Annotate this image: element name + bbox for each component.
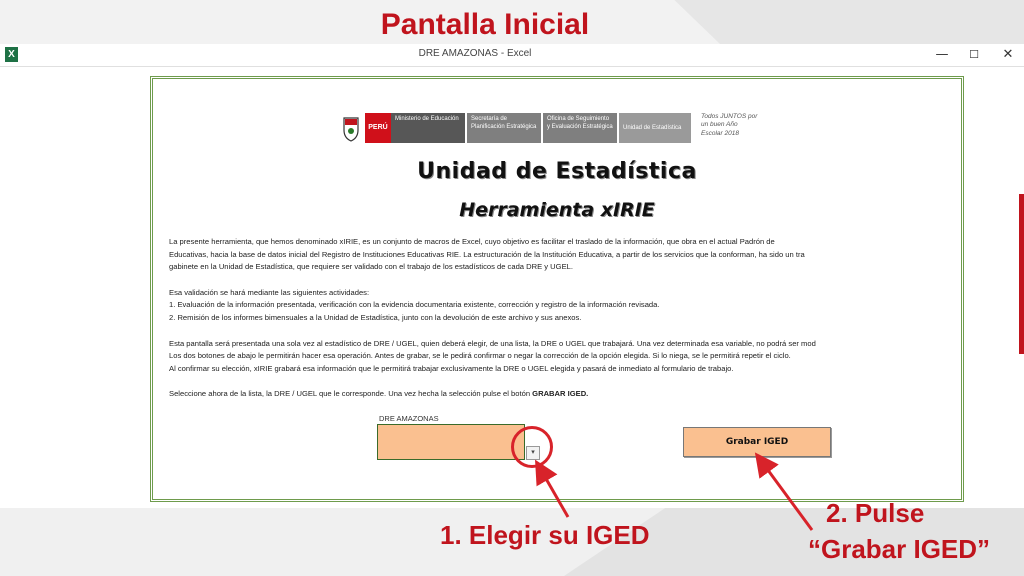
annotation-arrows (535, 452, 814, 531)
arrow-to-dropdown (535, 459, 570, 518)
annotation-step-2-label: “Grabar IGED” (808, 534, 991, 564)
annotation-step-2: 2. Pulse (826, 498, 925, 528)
annotation-step-1: 1. Elegir su IGED (440, 520, 650, 550)
arrow-to-grabar (754, 452, 814, 531)
